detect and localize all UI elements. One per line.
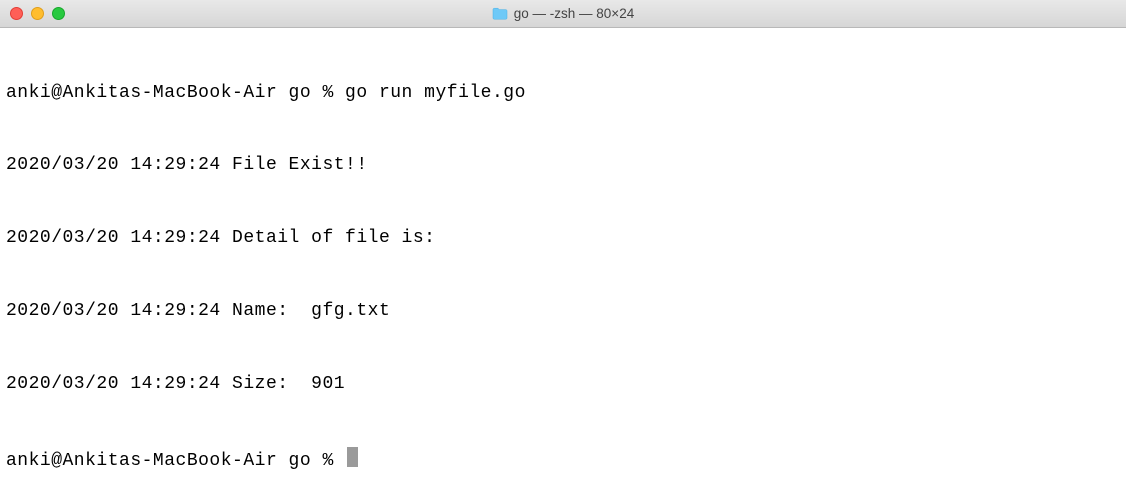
terminal-window: go — -zsh — 80×24 anki@Ankitas-MacBook-A… [0,0,1126,502]
maximize-button[interactable] [52,7,65,20]
terminal-line: anki@Ankitas-MacBook-Air go % go run myf… [6,81,1120,105]
window-title: go — -zsh — 80×24 [514,6,634,21]
terminal-line: 2020/03/20 14:29:24 Size: 901 [6,372,1120,396]
titlebar[interactable]: go — -zsh — 80×24 [0,0,1126,28]
terminal-line: 2020/03/20 14:29:24 Name: gfg.txt [6,299,1120,323]
minimize-button[interactable] [31,7,44,20]
window-title-container: go — -zsh — 80×24 [0,6,1126,21]
terminal-body[interactable]: anki@Ankitas-MacBook-Air go % go run myf… [0,28,1126,502]
close-button[interactable] [10,7,23,20]
terminal-line: 2020/03/20 14:29:24 Detail of file is: [6,226,1120,250]
terminal-prompt: anki@Ankitas-MacBook-Air go % [6,449,345,473]
terminal-line: 2020/03/20 14:29:24 File Exist!! [6,153,1120,177]
terminal-prompt-line: anki@Ankitas-MacBook-Air go % [6,445,1120,473]
cursor-icon [347,447,358,467]
folder-icon [492,7,508,20]
traffic-lights [0,7,65,20]
